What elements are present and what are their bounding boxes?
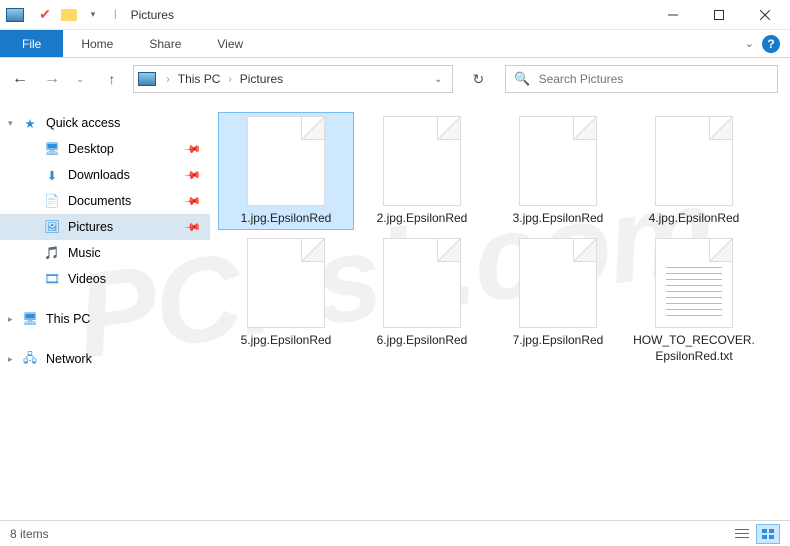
star-icon: ★ [22, 115, 38, 131]
desktop-icon: 🖥 [44, 141, 60, 157]
qat-dropdown[interactable]: ▾ [82, 4, 104, 26]
file-item[interactable]: 2.jpg.EpsilonRed [354, 112, 490, 230]
monitor-icon: 🖥 [22, 311, 38, 327]
sidebar: ▾ ★ Quick access 🖥 Desktop 📌 ⬇ Downloads 📌 📄 Do… [0, 100, 210, 520]
file-label: 6.jpg.EpsilonRed [377, 332, 468, 348]
breadcrumb-segment[interactable]: This PC [176, 72, 223, 86]
search-icon: 🔍 [514, 71, 530, 87]
sidebar-item-label: Downloads [68, 168, 130, 182]
statusbar: 8 items [0, 520, 790, 546]
pin-icon: 📌 [184, 140, 203, 159]
file-label: 7.jpg.EpsilonRed [513, 332, 604, 348]
sidebar-item-label: Music [68, 246, 101, 260]
app-icon [6, 8, 24, 22]
tab-file[interactable]: File [0, 30, 63, 57]
sidebar-item-music[interactable]: 🎵 Music [0, 240, 210, 266]
view-icons-button[interactable] [756, 524, 780, 544]
sidebar-item-downloads[interactable]: ⬇ Downloads 📌 [0, 162, 210, 188]
close-button[interactable] [742, 0, 788, 30]
file-label: 2.jpg.EpsilonRed [377, 210, 468, 226]
tab-view[interactable]: View [199, 30, 261, 57]
nav-forward-button[interactable]: → [44, 70, 60, 88]
sidebar-item-documents[interactable]: 📄 Documents 📌 [0, 188, 210, 214]
file-item[interactable]: 1.jpg.EpsilonRed [218, 112, 354, 230]
file-item[interactable]: 3.jpg.EpsilonRed [490, 112, 626, 230]
sidebar-item-label: Documents [68, 194, 131, 208]
sidebar-item-videos[interactable]: 🎞 Videos [0, 266, 210, 292]
chevron-right-icon[interactable]: ▸ [8, 354, 13, 365]
search-input[interactable] [539, 72, 769, 86]
chevron-down-icon[interactable]: ▾ [8, 118, 13, 129]
sidebar-network[interactable]: ▸ 🖧 Network [0, 346, 210, 372]
minimize-button[interactable] [650, 0, 696, 30]
qat-newfolder-button[interactable] [58, 4, 80, 26]
file-label: 3.jpg.EpsilonRed [513, 210, 604, 226]
refresh-button[interactable]: ↻ [461, 65, 495, 93]
ribbon-expand-icon[interactable]: ⌄ [745, 37, 754, 50]
file-label: 4.jpg.EpsilonRed [649, 210, 740, 226]
file-item[interactable]: 5.jpg.EpsilonRed [218, 234, 354, 368]
sidebar-item-label: This PC [46, 312, 90, 326]
maximize-button[interactable] [696, 0, 742, 30]
tab-home[interactable]: Home [63, 30, 131, 57]
file-item[interactable]: 6.jpg.EpsilonRed [354, 234, 490, 368]
sidebar-this-pc[interactable]: ▸ 🖥 This PC [0, 306, 210, 332]
addressbar[interactable]: › This PC › Pictures ⌄ [133, 65, 453, 93]
sidebar-item-label: Quick access [46, 116, 120, 130]
nav-back-button[interactable]: ← [12, 70, 28, 88]
pictures-icon: 🖼 [44, 219, 60, 235]
sidebar-item-label: Network [46, 352, 92, 366]
chevron-right-icon[interactable]: › [224, 74, 235, 85]
sidebar-item-desktop[interactable]: 🖥 Desktop 📌 [0, 136, 210, 162]
file-thumbnail [383, 116, 461, 206]
addressbar-dropdown[interactable]: ⌄ [428, 74, 448, 85]
file-thumbnail [247, 238, 325, 328]
documents-icon: 📄 [44, 193, 60, 209]
pin-icon: 📌 [184, 218, 203, 237]
sidebar-item-label: Pictures [68, 220, 113, 234]
titlebar: ✔ ▾ | Pictures [0, 0, 790, 30]
nav-history-dropdown[interactable]: ⌄ [76, 74, 84, 85]
chevron-right-icon[interactable]: › [162, 74, 173, 85]
file-thumbnail [247, 116, 325, 206]
file-thumbnail [383, 238, 461, 328]
file-thumbnail [655, 116, 733, 206]
window-title: Pictures [131, 8, 174, 22]
ribbon: File Home Share View ⌄ ? [0, 30, 790, 58]
nav-up-button[interactable]: ↑ [108, 71, 115, 87]
content-pane[interactable]: 1.jpg.EpsilonRed 2.jpg.EpsilonRed 3.jpg.Ep… [210, 100, 790, 520]
file-thumbnail [655, 238, 733, 328]
navbar: ← → ⌄ ↑ › This PC › Pictures ⌄ ↻ 🔍 [0, 58, 790, 100]
tab-share[interactable]: Share [131, 30, 199, 57]
sidebar-item-label: Videos [68, 272, 106, 286]
pin-icon: 📌 [184, 192, 203, 211]
titlebar-separator: | [114, 9, 117, 20]
downloads-icon: ⬇ [44, 167, 60, 183]
file-label: 5.jpg.EpsilonRed [241, 332, 332, 348]
file-item[interactable]: HOW_TO_RECOVER.EpsilonRed.txt [626, 234, 762, 368]
pin-icon: 📌 [184, 166, 203, 185]
status-item-count: 8 items [10, 527, 49, 541]
videos-icon: 🎞 [44, 271, 60, 287]
file-item[interactable]: 4.jpg.EpsilonRed [626, 112, 762, 230]
addressbar-icon [138, 72, 156, 86]
sidebar-item-pictures[interactable]: 🖼 Pictures 📌 [0, 214, 210, 240]
breadcrumb-segment[interactable]: Pictures [238, 72, 285, 86]
help-icon[interactable]: ? [762, 35, 780, 53]
sidebar-item-label: Desktop [68, 142, 114, 156]
qat-properties-button[interactable]: ✔ [34, 4, 56, 26]
sidebar-quick-access[interactable]: ▾ ★ Quick access [0, 110, 210, 136]
network-icon: 🖧 [22, 351, 38, 367]
music-icon: 🎵 [44, 245, 60, 261]
file-thumbnail [519, 116, 597, 206]
chevron-right-icon[interactable]: ▸ [8, 314, 13, 325]
file-item[interactable]: 7.jpg.EpsilonRed [490, 234, 626, 368]
file-label: 1.jpg.EpsilonRed [241, 210, 332, 226]
view-details-button[interactable] [730, 524, 754, 544]
file-thumbnail [519, 238, 597, 328]
searchbox[interactable]: 🔍 [505, 65, 778, 93]
file-label: HOW_TO_RECOVER.EpsilonRed.txt [630, 332, 758, 364]
